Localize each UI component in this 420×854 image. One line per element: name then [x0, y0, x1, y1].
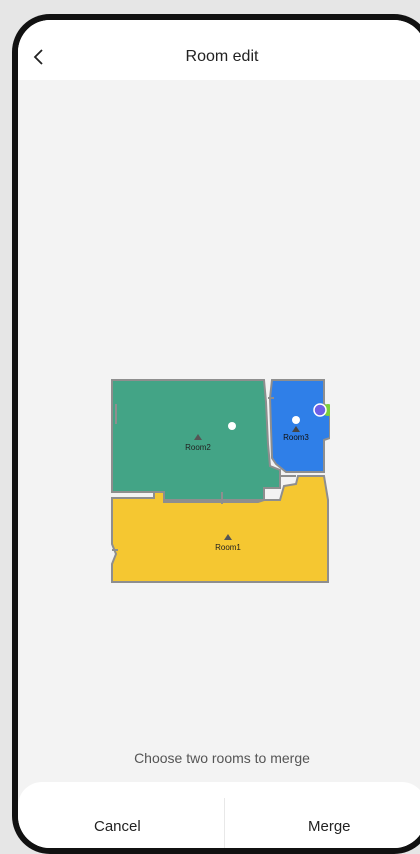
- merge-hint: Choose two rooms to merge: [134, 750, 310, 766]
- floor-map: Room2 Room3 Room1: [111, 379, 330, 583]
- merge-button[interactable]: Merge: [308, 818, 351, 835]
- cancel-button[interactable]: Cancel: [94, 818, 141, 835]
- app-screen: Room edit Room2 Room3 Room1 Choose two r…: [18, 20, 420, 848]
- room-1-label: Room1: [215, 543, 241, 552]
- bottom-action-bar: Cancel Merge: [18, 782, 420, 848]
- divider: [224, 798, 225, 848]
- robot-icon: [313, 403, 327, 417]
- room-2-point: [228, 422, 236, 430]
- room-2-label: Room2: [185, 443, 211, 452]
- top-bar: Room edit: [18, 20, 420, 80]
- room-3[interactable]: [268, 379, 330, 473]
- phone-frame: Room edit Room2 Room3 Room1 Choose two r…: [12, 14, 420, 854]
- room-3-point: [292, 416, 300, 424]
- room-3-label: Room3: [283, 433, 309, 442]
- page-title: Room edit: [185, 48, 259, 65]
